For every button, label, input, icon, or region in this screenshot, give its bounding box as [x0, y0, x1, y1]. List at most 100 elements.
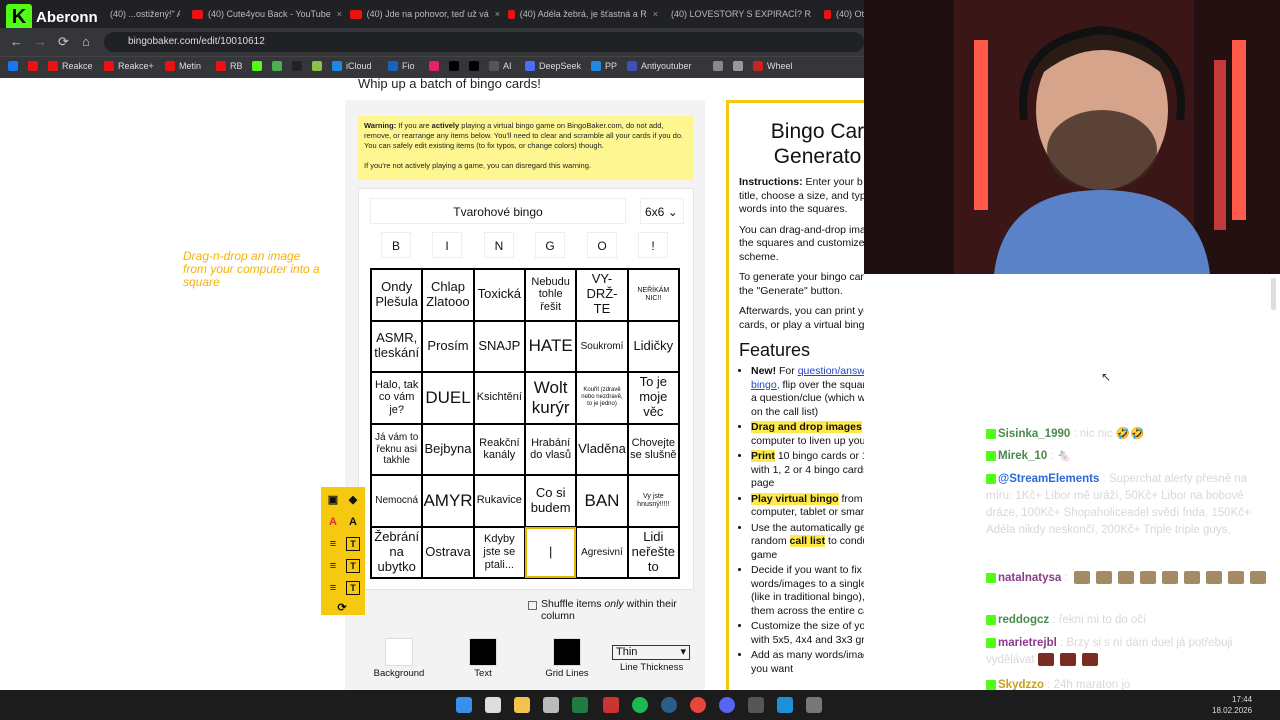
bookmark-item[interactable]: [8, 61, 18, 71]
media-icon[interactable]: [543, 697, 559, 713]
bookmark-item[interactable]: Fio: [388, 61, 415, 71]
forward-icon[interactable]: →: [34, 34, 47, 49]
bingo-cell[interactable]: VY-DRŽ-TE: [576, 269, 628, 321]
card-title-input[interactable]: Tvarohové bingo: [370, 198, 626, 224]
bingo-cell[interactable]: To je moje věc: [627, 372, 679, 424]
close-icon[interactable]: ×: [495, 9, 500, 19]
bookmark-item[interactable]: [292, 61, 302, 71]
shuffle-checkbox[interactable]: [528, 601, 537, 610]
chat-scrollbar[interactable]: [1271, 278, 1276, 310]
back-icon[interactable]: ←: [10, 34, 23, 49]
bingo-cell[interactable]: Chovejte se slušně: [627, 423, 679, 475]
bingo-cell[interactable]: Lidičky: [627, 320, 679, 372]
refresh-icon[interactable]: ⟳: [335, 600, 349, 614]
bingo-cell[interactable]: Ksichtění: [473, 372, 525, 424]
line-thickness-select[interactable]: Thin ▾: [612, 645, 690, 660]
bookmark-item[interactable]: Metin: [165, 61, 201, 71]
shuffle-checkbox-row[interactable]: Shuffle items only within their column: [528, 598, 698, 622]
bingo-cell[interactable]: Ondy Plešula: [371, 269, 423, 321]
bingo-cell[interactable]: Vy jste hnusný!!!!!: [627, 475, 679, 527]
text-box-icon[interactable]: T: [346, 559, 360, 573]
bingo-cell[interactable]: Bejbyna: [422, 423, 474, 475]
edge-icon[interactable]: [777, 697, 793, 713]
spotify-icon[interactable]: [632, 697, 648, 713]
background-color-swatch[interactable]: [385, 638, 413, 666]
align-left-icon[interactable]: ≡: [326, 537, 340, 551]
bingo-cell[interactable]: AMYR: [422, 475, 474, 527]
bookmark-item[interactable]: [312, 61, 322, 71]
image-icon[interactable]: ▣: [326, 492, 340, 506]
chrome-icon[interactable]: [690, 697, 706, 713]
browser-tab[interactable]: (40) Adéla žebrá, je šťastná a R ×: [508, 4, 658, 24]
chat-username[interactable]: marietrejbl: [998, 637, 1057, 649]
bingo-cell[interactable]: Rukavice: [473, 475, 525, 527]
bookmark-item[interactable]: [449, 61, 459, 71]
header-letter-input[interactable]: !: [638, 232, 668, 258]
bingo-cell[interactable]: |: [524, 526, 577, 578]
game-icon[interactable]: [748, 697, 764, 713]
header-letter-input[interactable]: N: [484, 232, 514, 258]
bookmark-item[interactable]: [252, 61, 262, 71]
bingo-cell[interactable]: Wolt kurýr: [524, 372, 577, 424]
bookmark-item[interactable]: Antiyoutuber: [627, 61, 692, 71]
bingo-cell[interactable]: Halo, tak co vám je?: [371, 372, 423, 424]
bingo-cell[interactable]: Lidi neřešte to: [627, 526, 679, 578]
bingo-cell[interactable]: Nebudu tohle řešit: [524, 269, 577, 321]
bookmark-item[interactable]: DeepSeek: [525, 61, 581, 71]
bookmark-item[interactable]: [272, 61, 282, 71]
header-letter-input[interactable]: B: [381, 232, 411, 258]
header-letter-input[interactable]: G: [535, 232, 565, 258]
bingo-cell[interactable]: Chlap Zlatooo: [422, 269, 474, 321]
bingo-cell[interactable]: Žebrání na ubytko: [371, 526, 423, 578]
bookmark-item[interactable]: PP: [591, 61, 617, 71]
bingo-cell[interactable]: Co si budem: [524, 475, 577, 527]
excel-icon[interactable]: [572, 697, 588, 713]
browser-tab[interactable]: (40) Cute4you Back - YouTube ×: [192, 4, 342, 24]
bingo-cell[interactable]: Nemocná: [371, 475, 423, 527]
bookmark-item[interactable]: [429, 61, 439, 71]
windows-start-icon[interactable]: [456, 697, 472, 713]
bookmark-item[interactable]: iCloud: [332, 61, 372, 71]
bingo-cell[interactable]: Vladěna: [576, 423, 628, 475]
header-letter-input[interactable]: I: [432, 232, 462, 258]
url-input[interactable]: bingobaker.com/edit/10010612: [104, 32, 864, 52]
header-letter-input[interactable]: O: [587, 232, 617, 258]
chat-username[interactable]: reddogcz: [998, 614, 1049, 626]
close-icon[interactable]: ×: [337, 9, 342, 19]
bingo-cell[interactable]: HATE: [524, 320, 577, 372]
grid-color-swatch[interactable]: [553, 638, 581, 666]
bookmark-item[interactable]: [28, 61, 38, 71]
bookmark-item[interactable]: [469, 61, 479, 71]
text-box-icon[interactable]: T: [346, 581, 360, 595]
text-color-swatch[interactable]: [469, 638, 497, 666]
reload-icon[interactable]: ⟳: [58, 34, 69, 50]
browser-tab[interactable]: (40) Ot: [824, 4, 864, 24]
steam-icon[interactable]: [661, 697, 677, 713]
text-style-icon[interactable]: A: [346, 515, 360, 529]
bingo-cell[interactable]: Kdyby jste se ptali...: [473, 526, 525, 578]
bingo-cell[interactable]: DUEL: [422, 372, 474, 424]
bingo-cell[interactable]: Já vám to řeknu asi takhle: [371, 423, 423, 475]
browser-tab[interactable]: (40) Jde na pohovor, teď už vá ×: [350, 4, 500, 24]
chat-username[interactable]: Mirek_10: [998, 450, 1047, 462]
chat-username[interactable]: natalnatysa: [998, 572, 1061, 584]
close-icon[interactable]: ×: [653, 9, 658, 19]
align-center-icon[interactable]: ≡: [326, 559, 340, 573]
bingo-cell[interactable]: Soukromí: [576, 320, 628, 372]
bookmark-item[interactable]: Reakce+: [104, 61, 154, 71]
bingo-cell[interactable]: Kouřit (zdravě nebo nezdravě, to je jedn…: [576, 372, 628, 424]
bingo-cell[interactable]: Ostrava: [422, 526, 474, 578]
chat-username[interactable]: @StreamElements: [998, 473, 1099, 485]
bookmark-item[interactable]: Wheel: [753, 61, 793, 71]
bookmark-item[interactable]: AI: [489, 61, 512, 71]
bingo-cell[interactable]: Toxická: [473, 269, 525, 321]
bookmark-item[interactable]: [713, 61, 723, 71]
bingo-cell[interactable]: Agresivní: [576, 526, 628, 578]
chat-username[interactable]: Sisinka_1990: [998, 428, 1070, 440]
bookmark-item[interactable]: [733, 61, 743, 71]
monitor-app-icon[interactable]: [603, 697, 619, 713]
browser-tab[interactable]: (40) ...ostižený!" Adé×: [110, 4, 180, 24]
align-right-icon[interactable]: ≡: [326, 581, 340, 595]
bookmark-item[interactable]: RB: [216, 61, 243, 71]
text-color-icon[interactable]: A: [326, 515, 340, 529]
